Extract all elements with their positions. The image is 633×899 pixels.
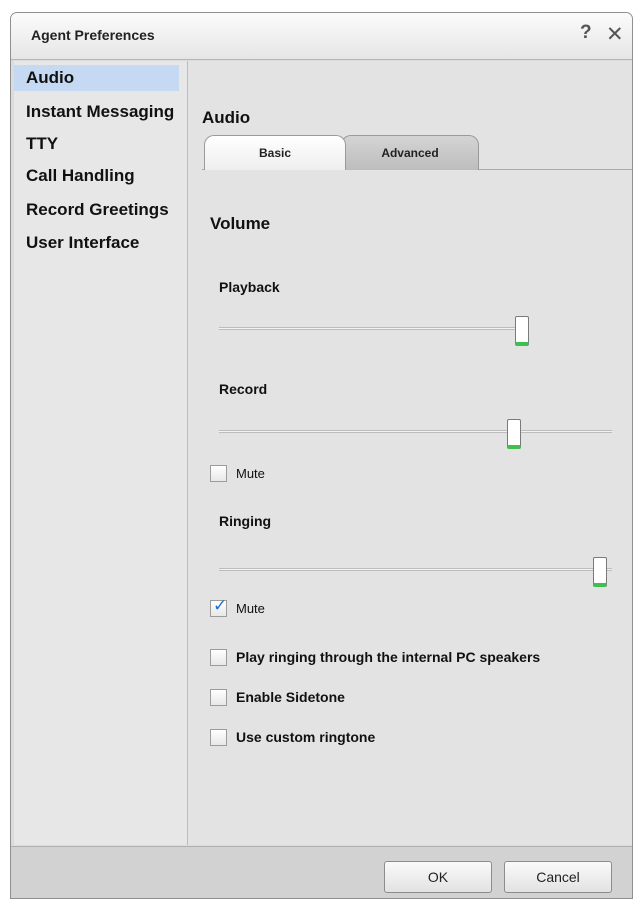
record-slider[interactable] xyxy=(219,419,612,449)
ok-button[interactable]: OK xyxy=(384,861,492,893)
sidetone-label: Enable Sidetone xyxy=(236,689,345,705)
dialog-title: Agent Preferences xyxy=(31,27,155,43)
ringing-slider-thumb[interactable] xyxy=(593,557,608,587)
cancel-button[interactable]: Cancel xyxy=(504,861,612,893)
pc-speakers-checkbox[interactable]: Play ringing through the internal PC spe… xyxy=(210,647,540,667)
checkmark-icon: ✓ xyxy=(213,595,228,615)
record-slider-track xyxy=(219,430,612,433)
custom-ringtone-box[interactable] xyxy=(210,728,227,746)
playback-slider[interactable] xyxy=(219,316,529,346)
agent-preferences-dialog: Agent Preferences ? ✕ Audio Instant Mess… xyxy=(10,12,633,899)
tab-advanced[interactable]: Advanced xyxy=(341,135,479,170)
record-slider-thumb[interactable] xyxy=(506,419,521,449)
record-mute-box[interactable] xyxy=(210,464,227,482)
pc-speakers-label: Play ringing through the internal PC spe… xyxy=(236,649,541,665)
dialog-footer: OK Cancel xyxy=(11,846,632,898)
title-bar: Agent Preferences ? ✕ xyxy=(11,13,632,60)
sidebar-item-tty[interactable]: TTY xyxy=(14,131,58,157)
ringing-mute-label: Mute xyxy=(236,600,265,616)
section-title: Audio xyxy=(202,108,251,127)
content-area: Audio Basic Advanced Volume Playback Rec… xyxy=(188,61,632,845)
ringing-mute-checkbox[interactable]: ✓ Mute xyxy=(210,596,265,618)
sidebar-item-user-interface[interactable]: User Interface xyxy=(14,230,139,256)
playback-label: Playback xyxy=(219,279,280,295)
sidebar-item-audio[interactable]: Audio xyxy=(14,65,179,91)
custom-ringtone-checkbox[interactable]: Use custom ringtone xyxy=(210,727,375,747)
custom-ringtone-label: Use custom ringtone xyxy=(236,729,376,745)
pc-speakers-box[interactable] xyxy=(210,648,227,666)
playback-slider-thumb[interactable] xyxy=(515,316,529,346)
help-button[interactable]: ? xyxy=(580,22,592,44)
record-mute-checkbox[interactable]: Mute xyxy=(210,463,265,483)
close-icon[interactable]: ✕ xyxy=(606,22,624,47)
ringing-slider-track xyxy=(219,568,612,571)
record-mute-label: Mute xyxy=(236,465,265,481)
playback-slider-track xyxy=(219,327,529,330)
volume-heading: Volume xyxy=(210,214,271,233)
ringing-slider[interactable] xyxy=(219,557,612,587)
sidebar-item-instant-messaging[interactable]: Instant Messaging xyxy=(14,99,174,125)
tab-basic[interactable]: Basic xyxy=(204,135,346,170)
sidetone-box[interactable] xyxy=(210,688,227,706)
sidetone-checkbox[interactable]: Enable Sidetone xyxy=(210,687,345,707)
basic-tab-panel: Volume Playback Record Mute Ringing ✓ Mu… xyxy=(202,169,632,844)
ringing-label: Ringing xyxy=(219,513,272,529)
record-label: Record xyxy=(219,381,268,397)
sidebar-item-record-greetings[interactable]: Record Greetings xyxy=(14,197,169,223)
sidebar: Audio Instant Messaging TTY Call Handlin… xyxy=(14,61,188,845)
sidebar-item-call-handling[interactable]: Call Handling xyxy=(14,163,135,189)
ringing-mute-box[interactable]: ✓ xyxy=(210,596,227,617)
